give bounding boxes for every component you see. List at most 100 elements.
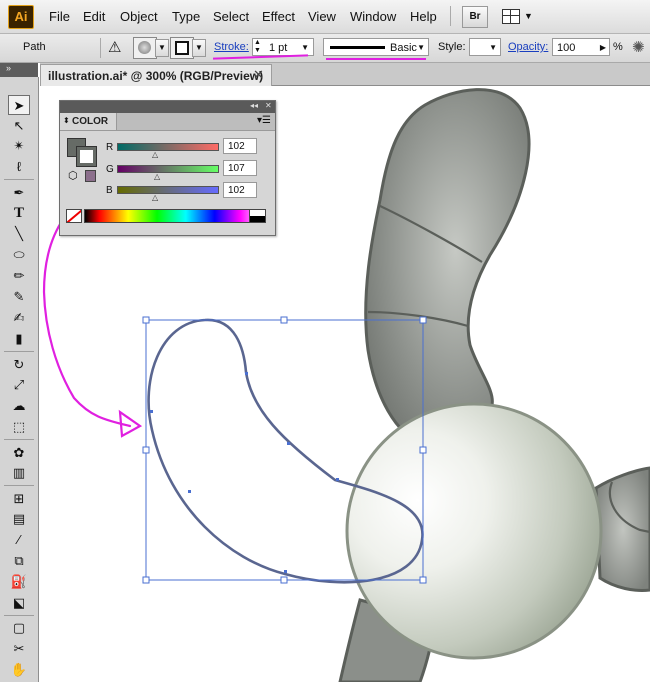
graphic-style-field[interactable]: ▼ — [469, 38, 501, 56]
lasso-tool-icon[interactable]: ℓ — [8, 157, 30, 177]
channel-g-slider[interactable] — [117, 165, 219, 173]
gradient-tool-icon[interactable]: ▤ — [8, 509, 30, 529]
tool-separator — [4, 485, 34, 486]
stepper-icon[interactable]: ▲ ▼ — [254, 39, 261, 55]
arrange-grid-icon — [502, 9, 520, 24]
stroke-color-proxy[interactable] — [76, 146, 97, 167]
anchor-points[interactable] — [150, 372, 339, 573]
ellipse-tool-icon[interactable]: ⬭ — [8, 245, 30, 265]
warp-tool-icon[interactable]: ☁ — [8, 396, 30, 416]
pencil-tool-icon[interactable]: ✎ — [8, 287, 30, 307]
tools-panel-header[interactable]: » — [0, 63, 38, 77]
blob-brush-tool-icon[interactable]: ✍ — [8, 308, 30, 328]
bridge-icon: Br — [469, 11, 481, 22]
stroke-swatch-icon — [175, 41, 189, 55]
menu-edit[interactable]: Edit — [83, 9, 105, 24]
channel-r-field[interactable]: 102 — [223, 138, 257, 154]
menu-select[interactable]: Select — [213, 9, 249, 24]
fill-dropdown[interactable]: ▼ — [155, 39, 169, 57]
chevron-down-icon[interactable]: ▼ — [489, 39, 497, 57]
chevron-down-icon[interactable]: ▼ — [417, 39, 425, 57]
tab-arrows-icon[interactable]: ⬍ — [63, 116, 70, 125]
column-graph-tool-icon[interactable]: ▥ — [8, 463, 30, 483]
brush-name: Basic — [390, 42, 417, 54]
warning-icon[interactable]: ⚠ — [108, 38, 121, 56]
scale-tool-icon[interactable]: ⤢ — [8, 375, 30, 395]
line-segment-tool-icon[interactable]: ╲ — [8, 224, 30, 244]
stroke-weight-field[interactable]: ▲ ▼ 1 pt ▼ — [252, 38, 314, 56]
menu-help[interactable]: Help — [410, 9, 437, 24]
opacity-label[interactable]: Opacity: — [508, 41, 548, 53]
channel-b-slider[interactable] — [117, 186, 219, 194]
tool-separator — [4, 351, 34, 352]
direct-selection-tool-icon[interactable]: ↖ — [8, 116, 30, 136]
recolor-artwork-icon[interactable]: ✺ — [632, 38, 645, 56]
menu-view[interactable]: View — [308, 9, 336, 24]
channel-r-slider[interactable] — [117, 143, 219, 151]
opacity-value: 100 — [557, 42, 576, 54]
right-arm-shape[interactable] — [594, 466, 650, 592]
chevron-right-icon[interactable]: ▶ — [600, 39, 606, 57]
panel-title-bar[interactable]: ◂◂ ✕ — [60, 101, 275, 113]
rotate-tool-icon[interactable]: ↻ — [8, 355, 30, 375]
tool-separator — [4, 615, 34, 616]
tab-color-label: COLOR — [72, 116, 109, 127]
none-color-swatch[interactable] — [66, 209, 82, 223]
fill-swatch-icon — [138, 41, 151, 54]
stroke-color-swatch[interactable] — [170, 37, 194, 59]
type-tool-icon[interactable]: T — [8, 203, 30, 223]
opacity-field[interactable]: 100 ▶ — [552, 38, 610, 56]
eraser-tool-icon[interactable]: ▮ — [8, 329, 30, 349]
collapse-icon[interactable]: ◂◂ — [250, 101, 258, 110]
control-separator — [100, 38, 101, 58]
center-ball-shape[interactable] — [345, 402, 603, 660]
close-icon[interactable]: ✕ — [253, 67, 264, 83]
hand-tool-icon[interactable]: ✋ — [8, 660, 30, 680]
free-transform-tool-icon[interactable]: ⬚ — [8, 417, 30, 437]
top-arm-shape[interactable] — [364, 88, 531, 449]
live-paint-selection-tool-icon[interactable]: ⬕ — [8, 593, 30, 613]
menu-file[interactable]: File — [49, 9, 70, 24]
expand-icon[interactable]: » — [6, 63, 11, 73]
slider-thumb-icon[interactable]: △ — [152, 150, 158, 159]
tab-color[interactable]: ⬍ COLOR — [60, 113, 117, 130]
menu-bar: Ai File Edit Object Type Select Effect V… — [0, 0, 650, 34]
slider-thumb-icon[interactable]: △ — [154, 172, 160, 181]
color-spectrum[interactable] — [84, 209, 266, 223]
black-white-swatch[interactable] — [249, 209, 266, 223]
slice-tool-icon[interactable]: ✂ — [8, 639, 30, 659]
web-safe-color-swatch[interactable] — [85, 170, 96, 182]
magic-wand-tool-icon[interactable]: ✴ — [8, 136, 30, 156]
menu-separator — [450, 6, 451, 26]
selection-tool-icon[interactable]: ➤ — [8, 95, 30, 115]
menu-window[interactable]: Window — [350, 9, 396, 24]
live-paint-bucket-tool-icon[interactable]: ⛽ — [8, 572, 30, 592]
document-tab[interactable]: illustration.ai* @ 300% (RGB/Preview) ✕ — [40, 64, 272, 86]
out-of-web-color-icon[interactable]: ⬡ — [68, 169, 78, 182]
channel-g-field[interactable]: 107 — [223, 160, 257, 176]
menu-object[interactable]: Object — [120, 9, 158, 24]
pen-tool-icon[interactable]: ✒ — [8, 183, 30, 203]
mesh-tool-icon[interactable]: ⊞ — [8, 489, 30, 509]
artboard-tool-icon[interactable]: ▢ — [8, 618, 30, 638]
blend-tool-icon[interactable]: ⧉ — [8, 551, 30, 571]
panel-tab-row: ⬍ COLOR ▾☰ — [60, 113, 275, 131]
eyedropper-tool-icon[interactable]: ⁄ — [8, 530, 30, 550]
bridge-button[interactable]: Br — [462, 6, 488, 28]
channel-b-field[interactable]: 102 — [223, 182, 257, 198]
menu-type[interactable]: Type — [172, 9, 200, 24]
stroke-dropdown[interactable]: ▼ — [192, 39, 206, 57]
paintbrush-tool-icon[interactable]: ✏ — [8, 266, 30, 286]
panel-menu-icon[interactable]: ▾☰ — [257, 115, 271, 126]
stroke-label[interactable]: Stroke: — [214, 41, 249, 53]
fill-color-swatch[interactable] — [133, 37, 157, 59]
channel-b-label: B — [106, 185, 113, 196]
slider-thumb-icon[interactable]: △ — [152, 193, 158, 202]
menu-effect[interactable]: Effect — [262, 9, 295, 24]
symbol-sprayer-tool-icon[interactable]: ✿ — [8, 443, 30, 463]
brush-definition-field[interactable]: Basic ▼ — [323, 38, 429, 56]
close-icon[interactable]: ✕ — [265, 101, 272, 110]
tools-panel: ➤ ↖ ✴ ℓ ✒ T ╲ ⬭ ✏ ✎ ✍ ▮ ↻ ⤢ ☁ ⬚ ✿ ▥ ⊞ ▤ … — [0, 77, 39, 682]
tool-separator — [4, 179, 34, 180]
arrange-documents-button[interactable]: ▼ — [500, 6, 536, 26]
